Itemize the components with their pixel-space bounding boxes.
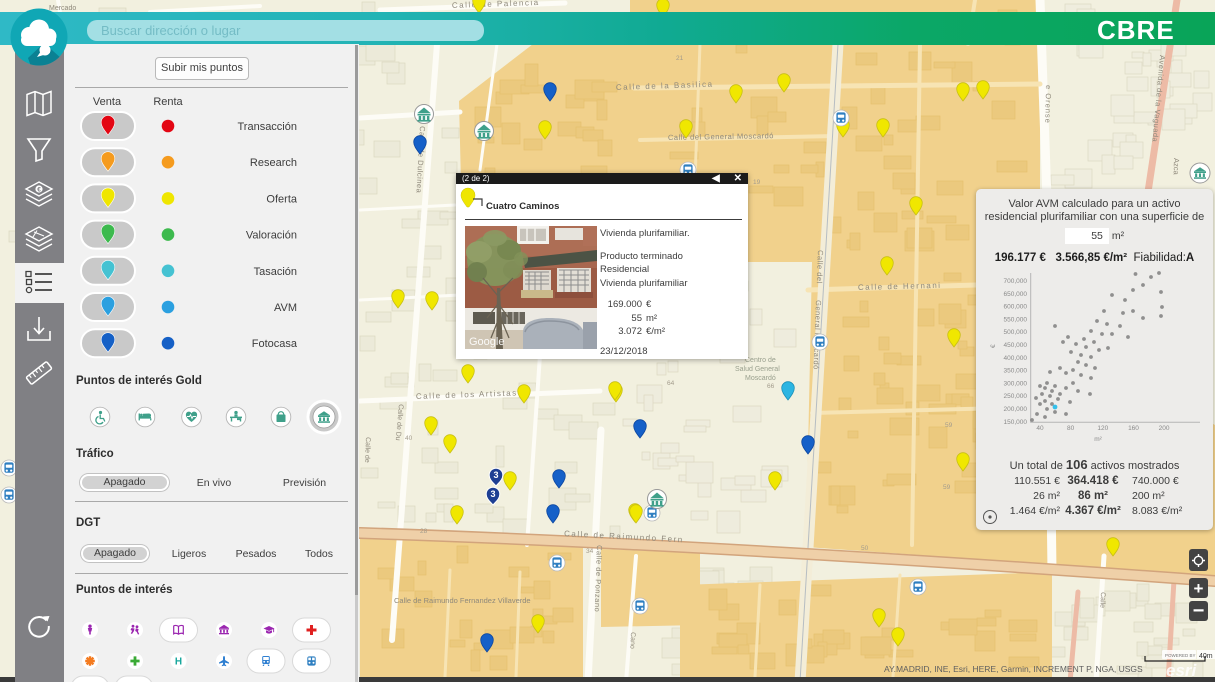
- svg-text:€: €: [990, 344, 997, 348]
- svg-text:160: 160: [1128, 425, 1139, 432]
- svg-text:120: 120: [1097, 425, 1108, 432]
- svg-text:40: 40: [405, 435, 413, 442]
- svg-text:Calle del: Calle del: [815, 250, 825, 284]
- svg-text:Moscardó: Moscardó: [745, 375, 776, 382]
- svg-text:19: 19: [753, 179, 761, 186]
- svg-text:34: 34: [586, 548, 594, 555]
- svg-text:40: 40: [1036, 425, 1044, 432]
- svg-text:40m: 40m: [1199, 653, 1213, 660]
- svg-text:Oferta: Oferta: [266, 193, 297, 205]
- svg-text:Azca: Azca: [1172, 158, 1181, 176]
- svg-text:150,000: 150,000: [1004, 419, 1028, 426]
- svg-text:AY.MADRID, INE, Esri, HERE, Ga: AY.MADRID, INE, Esri, HERE, Garmin, INCR…: [884, 664, 1143, 674]
- svg-text:600,000: 600,000: [1004, 304, 1028, 311]
- svg-text:Google: Google: [469, 336, 504, 348]
- svg-text:50: 50: [861, 545, 869, 552]
- svg-text:POWERED BY: POWERED BY: [1165, 653, 1196, 658]
- svg-text:Cano: Cano: [628, 632, 636, 649]
- svg-text:59: 59: [943, 484, 951, 491]
- svg-text:500,000: 500,000: [1004, 329, 1028, 336]
- svg-text:3: 3: [493, 470, 498, 480]
- svg-text:200: 200: [1159, 425, 1170, 432]
- svg-text:250,000: 250,000: [1004, 393, 1028, 400]
- svg-text:21: 21: [676, 55, 684, 62]
- svg-text:200,000: 200,000: [1004, 406, 1028, 413]
- svg-text:66: 66: [767, 383, 775, 390]
- svg-text:400,000: 400,000: [1004, 355, 1028, 362]
- svg-text:H: H: [175, 657, 182, 668]
- svg-text:Calle de Raimundo Fernandez Vi: Calle de Raimundo Fernandez Villaverde: [394, 596, 531, 605]
- svg-text:AVM: AVM: [274, 302, 297, 314]
- svg-text:€: €: [37, 186, 41, 193]
- svg-text:700,000: 700,000: [1004, 278, 1028, 285]
- svg-text:Research: Research: [250, 157, 297, 169]
- svg-text:Tasación: Tasación: [254, 266, 297, 278]
- svg-text:59: 59: [945, 422, 953, 429]
- svg-text:Fotocasa: Fotocasa: [252, 338, 298, 350]
- svg-text:m²: m²: [1094, 436, 1102, 443]
- svg-text:80: 80: [1067, 425, 1075, 432]
- svg-text:650,000: 650,000: [1004, 291, 1028, 298]
- svg-text:350,000: 350,000: [1004, 368, 1028, 375]
- svg-text:550,000: 550,000: [1004, 316, 1028, 323]
- svg-text:300,000: 300,000: [1004, 380, 1028, 387]
- svg-text:Centro de: Centro de: [745, 357, 776, 364]
- svg-text:Salud General: Salud General: [735, 366, 780, 373]
- svg-text:Valoración: Valoración: [246, 230, 297, 242]
- svg-text:Calle de: Calle de: [363, 437, 371, 463]
- svg-text:3: 3: [490, 489, 495, 499]
- svg-text:64: 64: [667, 380, 675, 387]
- svg-text:Calle: Calle: [1098, 592, 1106, 608]
- svg-text:e Orense: e Orense: [1043, 85, 1053, 124]
- svg-text:28: 28: [420, 528, 428, 535]
- svg-text:450,000: 450,000: [1004, 342, 1028, 349]
- svg-text:Transacción: Transacción: [237, 121, 297, 133]
